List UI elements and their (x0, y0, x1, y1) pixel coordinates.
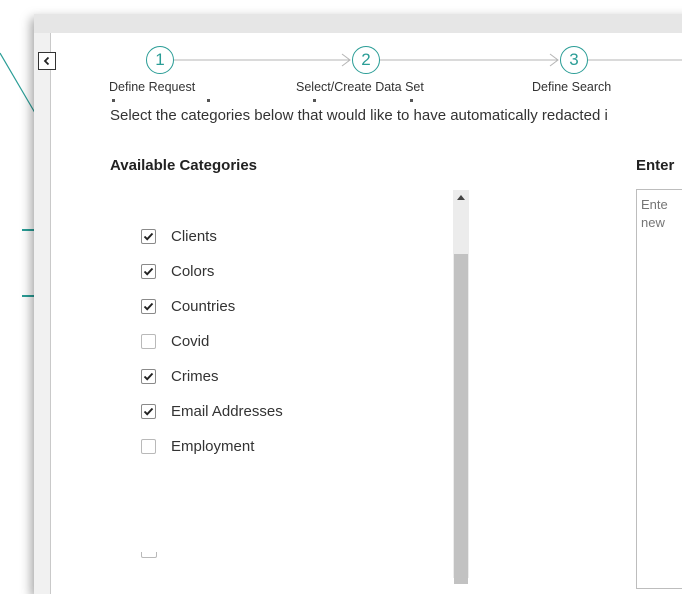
step-3-label: Define Search (532, 80, 612, 94)
category-label: Crimes (171, 367, 219, 385)
category-label: Colors (171, 262, 215, 280)
step-1-number: 1 (155, 50, 165, 69)
check-icon (143, 232, 154, 241)
check-icon (143, 372, 154, 381)
step-connector-3 (588, 59, 682, 61)
check-icon (143, 407, 154, 416)
category-item[interactable]: Clients (141, 222, 217, 250)
step-connector-1 (174, 53, 351, 67)
category-checkbox[interactable] (141, 368, 156, 384)
available-categories-title: Available Categories (110, 157, 258, 174)
category-scrollbar[interactable] (453, 190, 469, 584)
clipped-checkbox (141, 552, 157, 558)
step-3-circle[interactable]: 3 (560, 46, 588, 74)
category-checkbox[interactable] (141, 228, 156, 244)
custom-terms-textarea[interactable] (636, 189, 682, 589)
category-item[interactable]: Countries (141, 292, 235, 320)
category-label: Countries (171, 297, 236, 315)
category-checkbox[interactable] (141, 438, 156, 454)
window-title-bar (34, 14, 682, 33)
clipped-text-remnant (112, 99, 413, 102)
scroll-thumb[interactable] (454, 254, 468, 584)
collapse-panel-button[interactable] (38, 52, 56, 70)
category-checkbox[interactable] (141, 333, 156, 349)
category-checkbox[interactable] (141, 298, 156, 314)
step-2-label: Select/Create Data Set (296, 80, 424, 94)
step-1-label: Define Request (109, 80, 196, 94)
category-checkbox[interactable] (141, 263, 156, 279)
step-3-number: 3 (569, 50, 579, 69)
category-item[interactable]: Employment (141, 432, 254, 460)
category-label: Email Addresses (171, 402, 283, 420)
check-icon (143, 267, 154, 276)
chevron-left-icon (43, 56, 50, 66)
step-2-number: 2 (361, 50, 371, 69)
step-1-circle[interactable]: 1 (146, 46, 174, 74)
category-item[interactable]: Email Addresses (141, 397, 283, 425)
step-connector-2 (380, 53, 559, 67)
category-checkbox[interactable] (141, 403, 156, 419)
step-2-circle[interactable]: 2 (352, 46, 380, 74)
triangle-up-icon (457, 195, 465, 200)
category-item[interactable]: Crimes (141, 362, 219, 390)
scroll-up-button[interactable] (453, 190, 469, 206)
category-label: Clients (171, 227, 217, 245)
category-item[interactable]: Covid (141, 327, 209, 355)
instruction-text: Select the categories below that would l… (110, 107, 608, 124)
enter-terms-title: Enter (636, 157, 675, 174)
category-label: Covid (171, 332, 210, 350)
check-icon (143, 302, 154, 311)
category-label: Employment (171, 437, 255, 455)
category-item[interactable]: Colors (141, 257, 214, 285)
side-rail (34, 33, 51, 594)
